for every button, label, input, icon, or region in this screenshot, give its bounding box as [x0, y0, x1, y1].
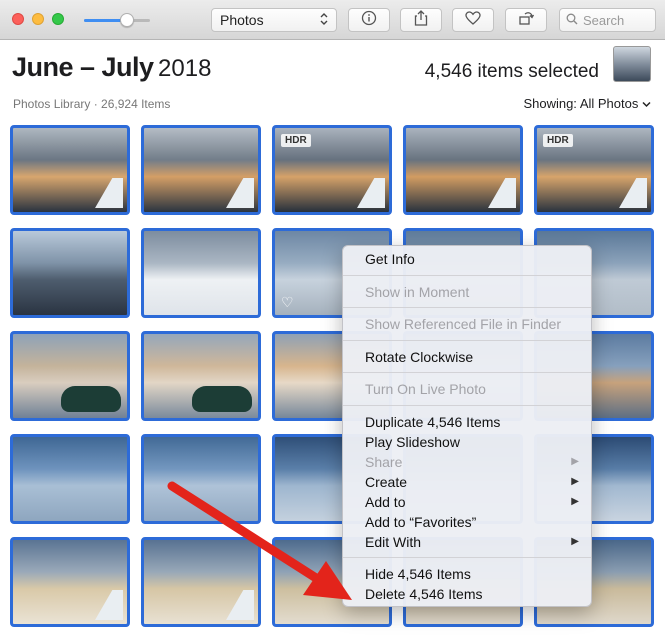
- zoom-slider[interactable]: [84, 13, 150, 27]
- minimize-window-button[interactable]: [32, 13, 44, 25]
- rotate-icon: [518, 10, 535, 31]
- photo-thumbnail[interactable]: [10, 228, 130, 318]
- menu-item[interactable]: Play Slideshow: [343, 432, 591, 452]
- heart-icon: [465, 10, 481, 30]
- page-title: June – July 2018: [12, 52, 211, 83]
- airplane-engine: [192, 386, 252, 412]
- photo-thumbnail[interactable]: [141, 331, 261, 421]
- photo-thumbnail[interactable]: [10, 434, 130, 524]
- selection-count: 4,546 items selected: [424, 61, 599, 82]
- menu-item[interactable]: Hide 4,546 Items: [343, 564, 591, 584]
- photo-thumbnail[interactable]: [403, 125, 523, 215]
- hdr-badge: HDR: [281, 134, 311, 147]
- zoom-window-button[interactable]: [52, 13, 64, 25]
- menu-item-label: Turn On Live Photo: [365, 381, 486, 397]
- chevron-down-icon: [642, 96, 651, 111]
- menu-item-label: Share: [365, 454, 403, 470]
- share-icon: [414, 9, 428, 31]
- menu-item-label: Add to “Favorites”: [365, 514, 477, 530]
- menu-item-label: Create: [365, 474, 408, 490]
- photo-thumbnail[interactable]: [10, 331, 130, 421]
- updown-chevron-icon: [320, 12, 328, 28]
- context-menu: Get Info Show in Moment Show Referenced Fi…: [342, 245, 592, 607]
- menu-item-label: Add to: [365, 494, 406, 510]
- photo-thumbnail[interactable]: [141, 125, 261, 215]
- photo-thumbnail[interactable]: [10, 125, 130, 215]
- view-popup-value: Photos: [220, 12, 264, 28]
- info-icon: [361, 10, 377, 31]
- menu-item-label: Play Slideshow: [365, 434, 460, 450]
- zoom-slider-knob[interactable]: [119, 13, 134, 27]
- photo-thumbnail[interactable]: HDR: [272, 125, 392, 215]
- photo-thumbnail[interactable]: [141, 228, 261, 318]
- airplane-wing: [613, 178, 647, 208]
- menu-separator: [343, 557, 591, 558]
- window-toolbar: Photos Search: [0, 0, 665, 40]
- favorite-button[interactable]: [452, 8, 494, 32]
- search-field[interactable]: Search: [559, 8, 656, 32]
- info-button[interactable]: [348, 8, 390, 32]
- menu-item[interactable]: Delete 4,546 Items: [343, 584, 591, 604]
- menu-item-label: Hide 4,546 Items: [365, 566, 471, 582]
- menu-item: Show in Moment: [343, 282, 591, 302]
- search-icon: [566, 13, 578, 28]
- photo-thumbnail[interactable]: [10, 537, 130, 627]
- airplane-wing: [482, 178, 516, 208]
- menu-item-label: Show Referenced File in Finder: [365, 316, 562, 332]
- airplane-wing: [89, 178, 123, 208]
- submenu-arrow-icon: ▶: [571, 476, 579, 487]
- menu-separator: [343, 340, 591, 341]
- menu-separator: [343, 405, 591, 406]
- menu-item-label: Rotate Clockwise: [365, 349, 474, 365]
- photo-thumbnail[interactable]: HDR: [534, 125, 654, 215]
- menu-item[interactable]: Add to ▶: [343, 492, 591, 512]
- menu-item[interactable]: Duplicate 4,546 Items: [343, 412, 591, 432]
- submenu-arrow-icon: ▶: [571, 496, 579, 507]
- menu-item[interactable]: Get Info: [343, 249, 591, 269]
- airplane-wing: [351, 178, 385, 208]
- menu-item[interactable]: Add to “Favorites”: [343, 512, 591, 532]
- airplane-wing: [220, 590, 254, 620]
- showing-value: All Photos: [579, 96, 639, 111]
- menu-item[interactable]: Create ▶: [343, 472, 591, 492]
- hdr-badge: HDR: [543, 134, 573, 147]
- airplane-wing: [220, 178, 254, 208]
- menu-separator: [343, 307, 591, 308]
- menu-item: Show Referenced File in Finder: [343, 314, 591, 334]
- title-date-range: June – July: [12, 52, 154, 82]
- view-popup[interactable]: Photos: [211, 8, 337, 32]
- menu-item: Share ▶: [343, 452, 591, 472]
- showing-filter[interactable]: Showing: All Photos: [523, 96, 651, 111]
- search-placeholder: Search: [583, 12, 625, 28]
- close-window-button[interactable]: [12, 13, 24, 25]
- menu-item-label: Duplicate 4,546 Items: [365, 414, 501, 430]
- submenu-arrow-icon: ▶: [571, 456, 579, 467]
- airplane-wing: [89, 590, 123, 620]
- menu-separator: [343, 275, 591, 276]
- menu-item-label: Delete 4,546 Items: [365, 586, 483, 602]
- menu-item[interactable]: Edit With ▶: [343, 532, 591, 552]
- menu-item-label: Edit With: [365, 534, 422, 550]
- airplane-engine: [61, 386, 121, 412]
- menu-item[interactable]: Rotate Clockwise: [343, 347, 591, 367]
- photo-thumbnail[interactable]: [141, 537, 261, 627]
- menu-item: Turn On Live Photo: [343, 379, 591, 399]
- library-summary: Photos Library · 26,924 Items: [13, 97, 171, 111]
- title-year: 2018: [158, 55, 212, 82]
- favorite-heart-icon[interactable]: ♡: [281, 294, 294, 311]
- share-button[interactable]: [400, 8, 442, 32]
- menu-item-label: Show in Moment: [365, 284, 470, 300]
- menu-item-label: Get Info: [365, 251, 415, 267]
- rotate-button[interactable]: [505, 8, 547, 32]
- menu-separator: [343, 372, 591, 373]
- submenu-arrow-icon: ▶: [571, 536, 579, 547]
- photo-thumbnail[interactable]: [141, 434, 261, 524]
- showing-label: Showing:: [523, 96, 577, 111]
- key-photo-thumbnail: [613, 46, 651, 82]
